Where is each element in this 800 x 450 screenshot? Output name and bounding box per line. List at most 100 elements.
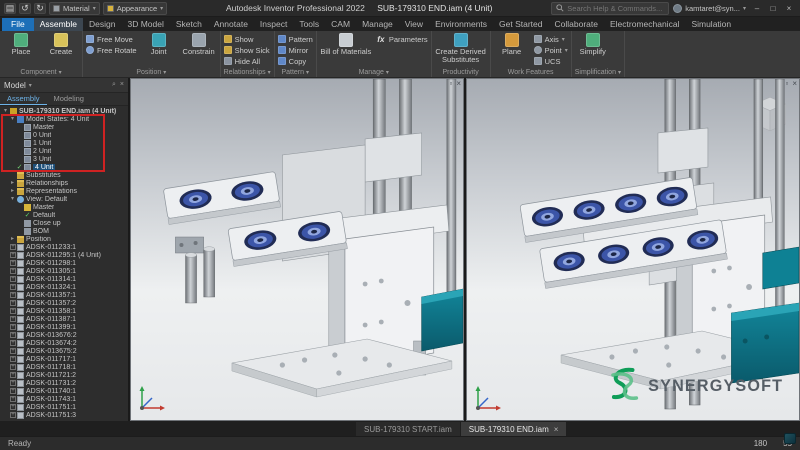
copy-button[interactable]: Copy xyxy=(278,56,313,66)
tree-relationships[interactable]: ▸Relationships xyxy=(0,179,128,187)
joint-button[interactable]: Joint xyxy=(141,32,177,56)
close-window-icon[interactable]: × xyxy=(456,79,461,88)
group-label-pattern[interactable]: Pattern▾ xyxy=(278,67,313,77)
free-rotate-button[interactable]: Free Rotate xyxy=(86,45,137,55)
expander-icon[interactable]: ▸ xyxy=(9,188,16,194)
expander-icon[interactable]: + xyxy=(10,284,16,290)
expander-icon[interactable]: + xyxy=(10,356,16,362)
tree-part-item[interactable]: +ADSK-011358:1 xyxy=(0,307,128,315)
close-tab-icon[interactable]: × xyxy=(554,425,559,434)
ribbon-tab-3d-model[interactable]: 3D Model xyxy=(122,18,170,31)
constrain-button[interactable]: Constrain xyxy=(181,32,217,56)
tree-view-default-item[interactable]: ✓Default xyxy=(0,211,128,219)
doc-tab-start[interactable]: SUB-179310 START.iam xyxy=(356,422,460,436)
point-button[interactable]: Point ▾ xyxy=(534,45,568,55)
restore-window-icon[interactable]: ▫ xyxy=(449,79,452,88)
expander-icon[interactable]: + xyxy=(10,412,16,418)
expander-icon[interactable]: ▾ xyxy=(9,116,16,122)
tree-position[interactable]: ▸Position xyxy=(0,235,128,243)
tree-part-item[interactable]: +ADSK-011357:2 xyxy=(0,299,128,307)
ribbon-tab-get-started[interactable]: Get Started xyxy=(493,18,548,31)
tree-part-item[interactable]: +ADSK-011305:1 xyxy=(0,267,128,275)
maximize-icon[interactable]: □ xyxy=(766,4,780,13)
free-move-button[interactable]: Free Move xyxy=(86,34,137,44)
expander-icon[interactable]: + xyxy=(10,324,16,330)
parameters-button[interactable]: fx Parameters xyxy=(376,34,428,44)
tree-part-item[interactable]: +ADSK-013676:2 xyxy=(0,331,128,339)
tree-part-item[interactable]: +ADSK-011324:1 xyxy=(0,283,128,291)
tree-part-item[interactable]: +ADSK-011298:1 xyxy=(0,259,128,267)
group-label-manage[interactable]: Manage▾ xyxy=(320,67,428,77)
minimize-icon[interactable]: – xyxy=(750,4,764,13)
ribbon-tab-cam[interactable]: CAM xyxy=(325,18,356,31)
tree-model-state-0-unit[interactable]: 0 Unit xyxy=(0,131,128,139)
ribbon-tab-view[interactable]: View xyxy=(399,18,429,31)
close-icon[interactable]: × xyxy=(782,4,796,13)
expander-icon[interactable]: + xyxy=(10,380,16,386)
ribbon-tab-design[interactable]: Design xyxy=(83,18,121,31)
plane-button[interactable]: Plane xyxy=(494,32,530,56)
expander-icon[interactable]: + xyxy=(10,292,16,298)
tree-representations[interactable]: ▸Representations xyxy=(0,187,128,195)
browser-tab-modeling[interactable]: Modeling xyxy=(47,93,91,105)
tree-view-master[interactable]: Master xyxy=(0,203,128,211)
place-button[interactable]: Place xyxy=(3,32,39,56)
expander-icon[interactable]: + xyxy=(10,396,16,402)
ribbon-tab-sketch[interactable]: Sketch xyxy=(170,18,208,31)
tree-root-assembly[interactable]: ▾SUB-179310 END.iam (4 Unit) xyxy=(0,107,128,115)
tree-view-default[interactable]: ▾View: Default xyxy=(0,195,128,203)
expander-icon[interactable]: + xyxy=(10,404,16,410)
help-search-box[interactable] xyxy=(551,2,669,15)
assembly-3d-view-left[interactable] xyxy=(131,79,463,420)
browser-tab-assembly[interactable]: Assembly xyxy=(0,93,47,105)
expander-icon[interactable]: + xyxy=(10,252,16,258)
tree-part-item[interactable]: +ADSK-011387:1 xyxy=(0,315,128,323)
search-input[interactable] xyxy=(567,4,664,13)
tree-part-item[interactable]: +ADSK-011743:1 xyxy=(0,395,128,403)
tree-model-state-master[interactable]: Master xyxy=(0,123,128,131)
tree-part-item[interactable]: +ADSK-011721:2 xyxy=(0,371,128,379)
expander-icon[interactable]: + xyxy=(10,308,16,314)
ribbon-tab-electromechanical[interactable]: Electromechanical xyxy=(604,18,685,31)
inventor-logo-icon[interactable] xyxy=(784,433,796,444)
bill-of-materials-button[interactable]: Bill of Materials xyxy=(320,32,372,56)
group-label-relationships[interactable]: Relationships▾ xyxy=(224,67,271,77)
tree-model-state-1-unit[interactable]: 1 Unit xyxy=(0,139,128,147)
expander-icon[interactable]: + xyxy=(10,388,16,394)
expander-icon[interactable]: + xyxy=(10,300,16,306)
group-label-simplification[interactable]: Simplification▾ xyxy=(575,67,621,77)
viewport-left[interactable]: ▫ × xyxy=(130,78,464,421)
tree-part-item[interactable]: +ADSK-011718:1 xyxy=(0,363,128,371)
doc-tab-end[interactable]: SUB-179310 END.iam × xyxy=(461,422,567,436)
group-label-position[interactable]: Position▾ xyxy=(86,67,217,77)
pattern-button[interactable]: Pattern xyxy=(278,34,313,44)
expander-icon[interactable]: + xyxy=(10,268,16,274)
file-tab[interactable]: File xyxy=(2,18,34,31)
tree-part-item[interactable]: +ADSK-011717:1 xyxy=(0,355,128,363)
simplify-button[interactable]: Simplify xyxy=(575,32,611,56)
redo-icon[interactable]: ↻ xyxy=(34,3,46,14)
expander-icon[interactable]: ▸ xyxy=(9,236,16,242)
tree-model-state-4-unit[interactable]: ✓4 Unit xyxy=(0,163,128,171)
browser-search-icon[interactable]: ⌕ xyxy=(112,81,116,89)
expander-icon[interactable]: + xyxy=(10,244,16,250)
appearance-dropdown[interactable]: Appearance ▾ xyxy=(103,2,167,15)
tree-part-item[interactable]: +ADSK-011233:1 xyxy=(0,243,128,251)
tree-part-item[interactable]: +ADSK-011731:2 xyxy=(0,379,128,387)
expander-icon[interactable]: + xyxy=(10,332,16,338)
expander-icon[interactable]: + xyxy=(10,364,16,370)
ribbon-tab-assemble[interactable]: Assemble xyxy=(34,18,83,31)
expander-icon[interactable]: + xyxy=(10,276,16,282)
tree-view-close-up[interactable]: Close up xyxy=(0,219,128,227)
tree-model-state-3-unit[interactable]: 3 Unit xyxy=(0,155,128,163)
axis-button[interactable]: Axis ▾ xyxy=(534,34,568,44)
viewport-right[interactable]: ▫ × xyxy=(466,78,800,421)
restore-window-icon[interactable]: ▫ xyxy=(785,79,788,88)
assembly-3d-view-right[interactable]: SYNERGYSOFT xyxy=(467,79,799,420)
hide-all-button[interactable]: Hide All xyxy=(224,56,270,66)
ribbon-tab-annotate[interactable]: Annotate xyxy=(208,18,254,31)
create-derived-substitutes-button[interactable]: Create Derived Substitutes xyxy=(435,32,487,64)
expander-icon[interactable]: ▾ xyxy=(2,108,9,114)
tree-part-item[interactable]: +ADSK-011357:1 xyxy=(0,291,128,299)
user-account[interactable]: kamtaret@syn... ▾ xyxy=(673,4,746,13)
